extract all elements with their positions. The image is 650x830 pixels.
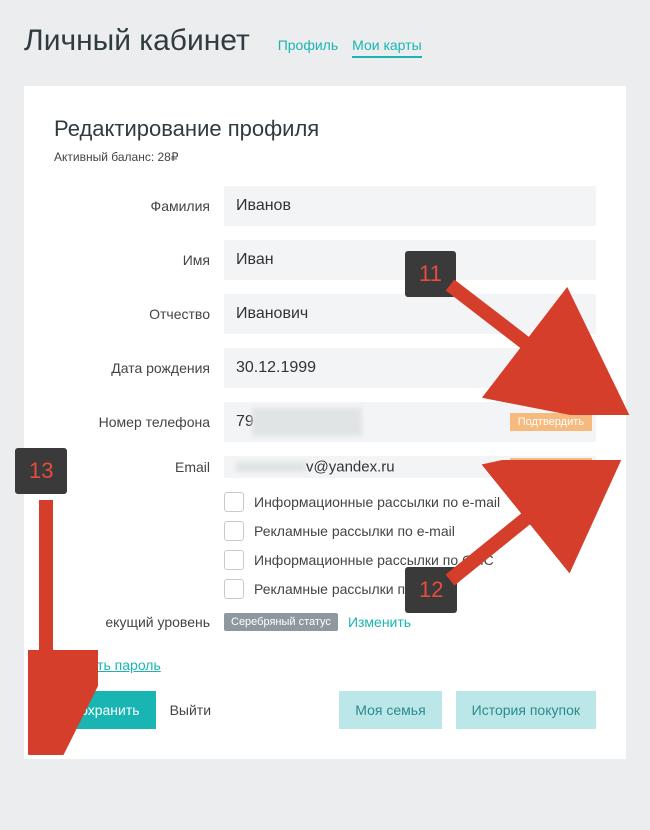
email-suffix: v@yandex.ru [306, 459, 395, 476]
phone-redacted [252, 408, 362, 436]
checkbox-label-email-info: Информационные рассылки по e-mail [254, 494, 500, 510]
change-level-link[interactable]: Изменить [348, 614, 411, 630]
logout-button[interactable]: Выйти [170, 691, 227, 729]
checkbox-sms-info[interactable] [224, 550, 244, 570]
history-button[interactable]: История покупок [456, 691, 596, 729]
lastname-label: Фамилия [54, 198, 224, 214]
tab-my-cards[interactable]: Мои карты [352, 37, 422, 58]
email-label: Email [54, 459, 224, 475]
dob-input [224, 348, 596, 388]
checkbox-email-ads[interactable] [224, 521, 244, 541]
checkbox-label-email-ads: Рекламные рассылки по e-mail [254, 523, 455, 539]
card-title: Редактирование профиля [54, 116, 596, 142]
lastname-input[interactable] [224, 186, 596, 226]
level-label: екущий уровень [54, 614, 224, 630]
change-password-link[interactable]: Сменить пароль [54, 657, 161, 673]
nav-tabs: Профиль Мои карты [278, 37, 422, 58]
dob-label: Дата рождения [54, 360, 224, 376]
confirm-phone-button[interactable]: Подтвердить [510, 413, 592, 431]
balance-text: Активный баланс: 28₽ [54, 150, 596, 164]
email-redacted [236, 462, 306, 472]
firstname-input[interactable] [224, 240, 596, 280]
checkbox-label-sms-ads: Рекламные рассылки по СМС [254, 581, 448, 597]
status-badge: Серебряный статус [224, 613, 338, 631]
page-title: Личный кабинет [24, 24, 250, 58]
tab-profile[interactable]: Профиль [278, 37, 338, 58]
phone-label: Номер телефона [54, 414, 224, 430]
save-button[interactable]: Сохранить [54, 691, 156, 729]
firstname-label: Имя [54, 252, 224, 268]
checkbox-label-sms-info: Информационные рассылки по СМС [254, 552, 494, 568]
middlename-input[interactable] [224, 294, 596, 334]
profile-card: Редактирование профиля Активный баланс: … [24, 86, 626, 759]
middlename-label: Отчество [54, 306, 224, 322]
lock-icon [572, 358, 586, 379]
confirm-email-button[interactable]: Подтвердить [510, 458, 592, 476]
family-button[interactable]: Моя семья [339, 691, 441, 729]
checkbox-sms-ads[interactable] [224, 579, 244, 599]
checkbox-email-info[interactable] [224, 492, 244, 512]
